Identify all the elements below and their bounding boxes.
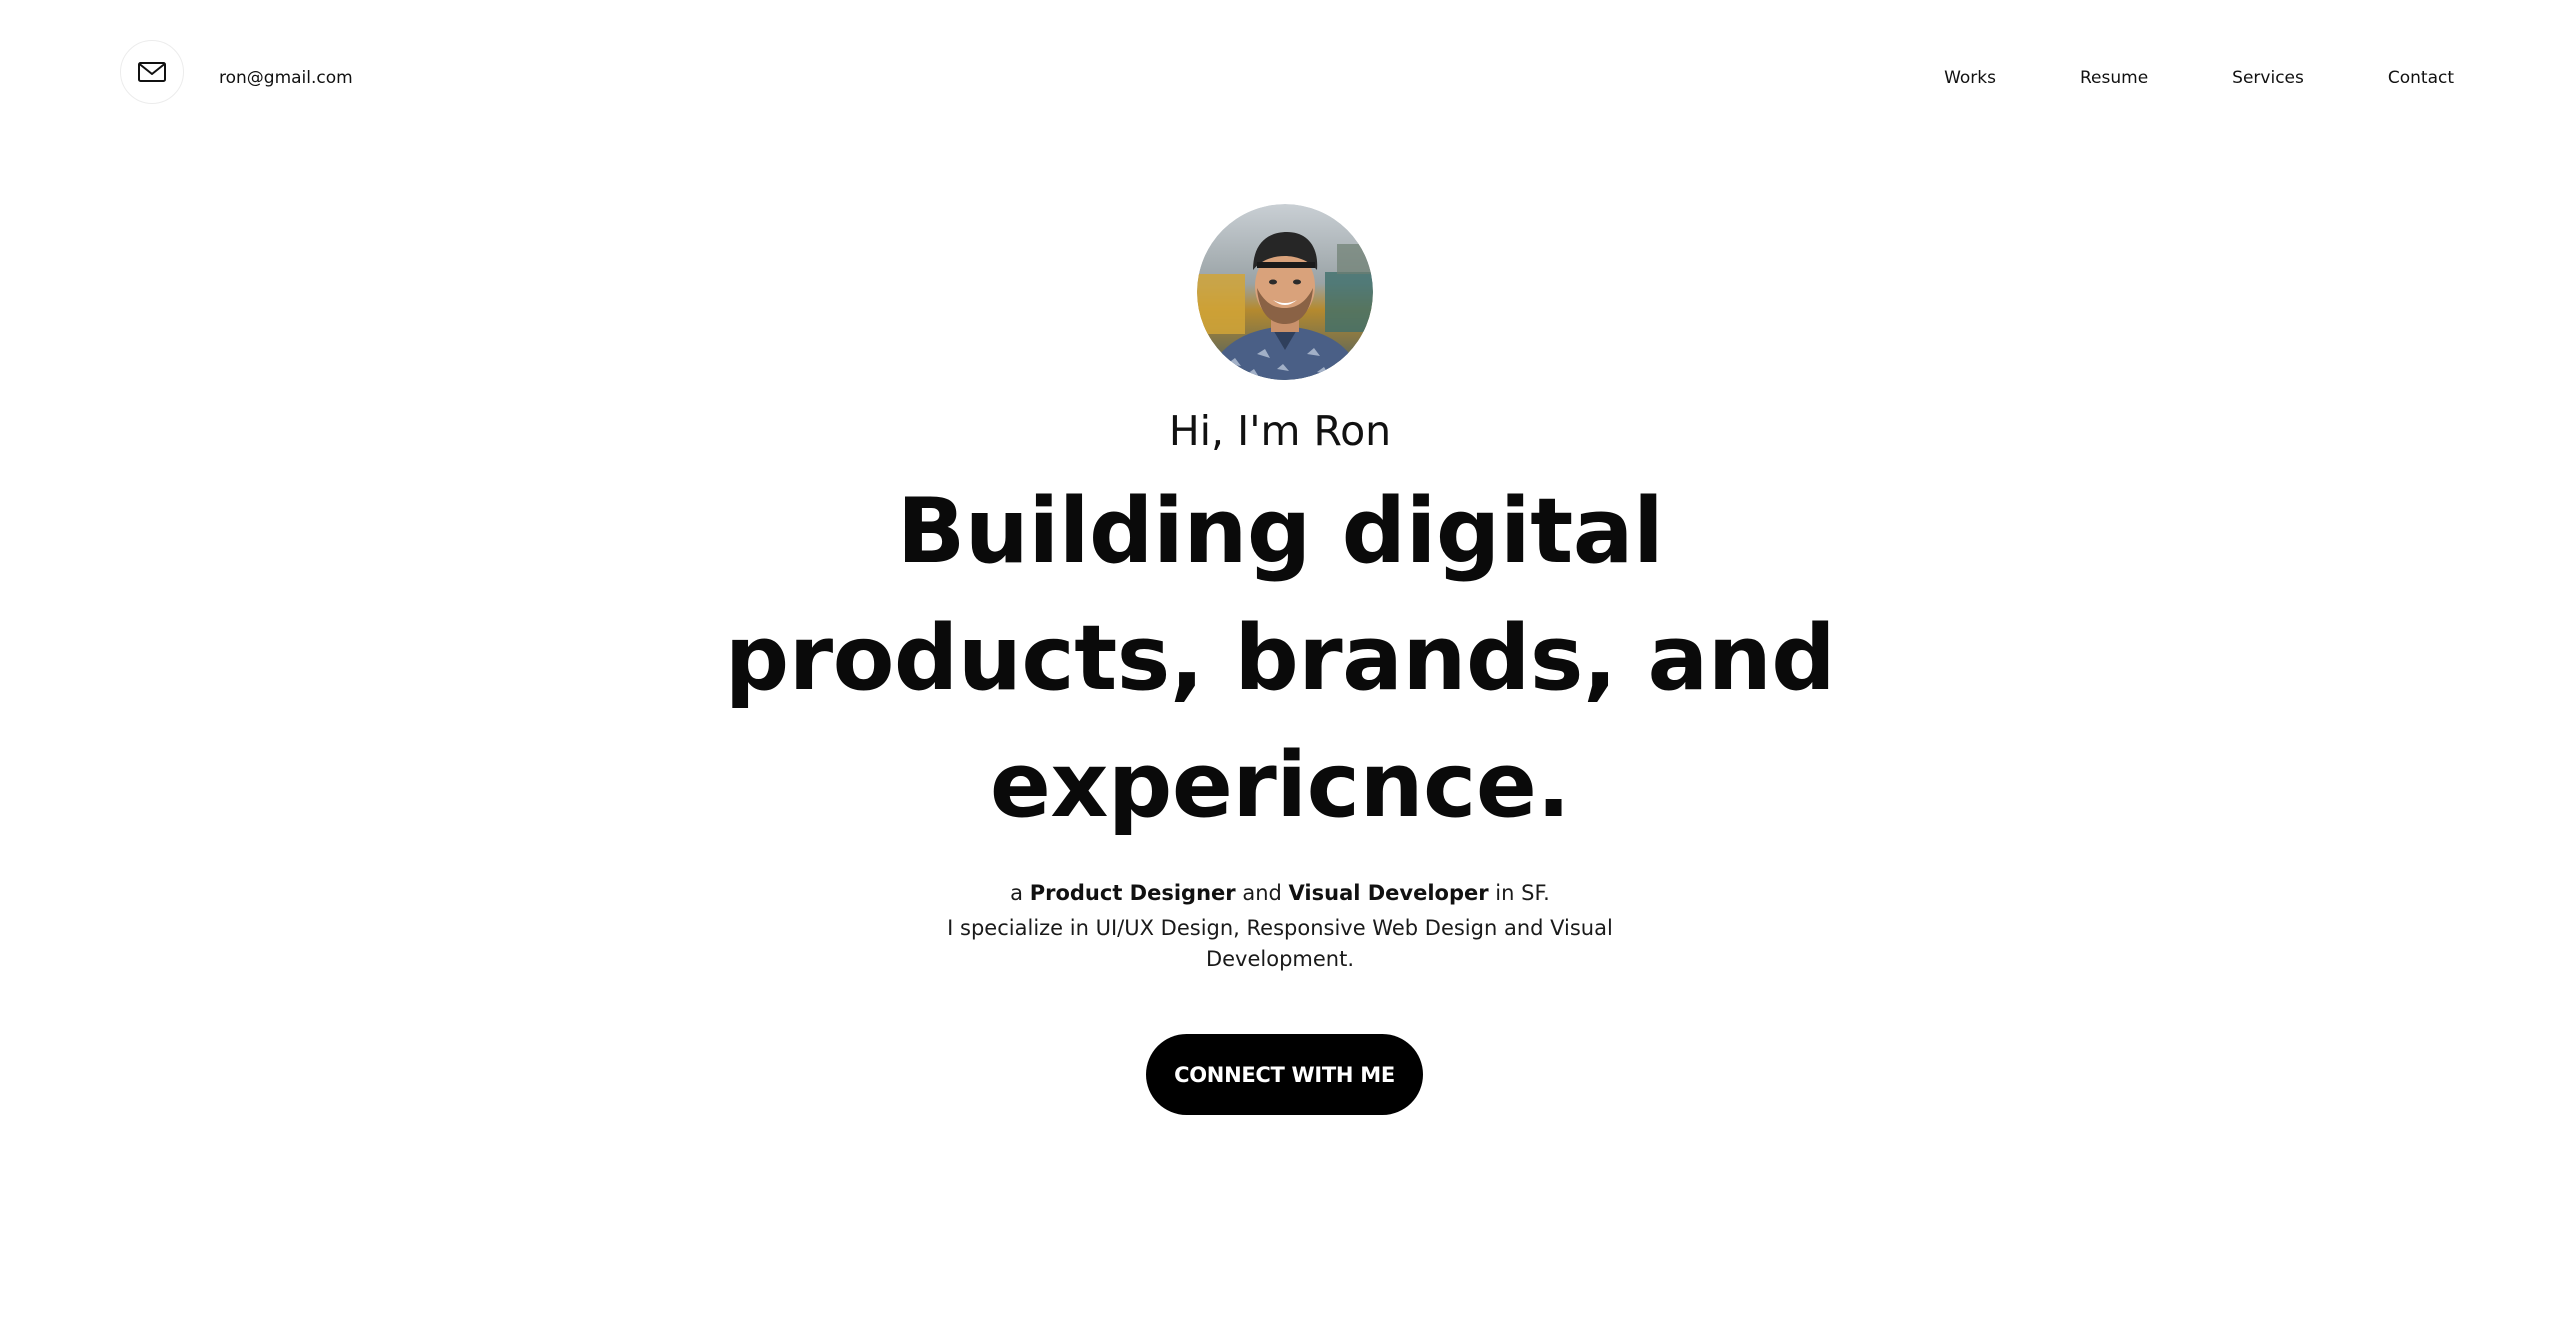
- headline-line-1: Building digital: [896, 479, 1664, 584]
- nav-works[interactable]: Works: [1944, 66, 1996, 90]
- main-nav: Works Resume Services Contact: [1944, 66, 2454, 90]
- mail-button[interactable]: [120, 40, 184, 104]
- intro-text: a Product Designer and Visual Developer …: [930, 878, 1630, 975]
- avatar: [1197, 204, 1373, 380]
- intro-role-2: Visual Developer: [1288, 881, 1489, 905]
- intro-location: in SF.: [1495, 881, 1550, 905]
- intro-role-line: a Product Designer and Visual Developer …: [930, 878, 1630, 909]
- intro-role-1: Product Designer: [1029, 881, 1236, 905]
- intro-specialty: I specialize in UI/UX Design, Responsive…: [947, 916, 1613, 971]
- nav-services[interactable]: Services: [2232, 66, 2304, 90]
- nav-contact[interactable]: Contact: [2388, 66, 2454, 90]
- intro-and: and: [1242, 881, 1282, 905]
- email-link[interactable]: ron@gmail.com: [219, 66, 353, 90]
- connect-button[interactable]: CONNECT WITH ME: [1146, 1034, 1423, 1115]
- headline-line-3: expericnce.: [989, 733, 1571, 838]
- intro-prefix: a: [1010, 881, 1024, 905]
- greeting: Hi, I'm Ron: [1168, 407, 1392, 455]
- hero-headline: Building digital products, brands, and e…: [680, 468, 1880, 849]
- headline-line-2: products, brands, and: [724, 606, 1836, 711]
- profile-photo: [1197, 204, 1373, 380]
- nav-resume[interactable]: Resume: [2080, 66, 2148, 90]
- envelope-icon: [138, 62, 166, 82]
- site-header: ron@gmail.com Works Resume Services Cont…: [0, 0, 2560, 150]
